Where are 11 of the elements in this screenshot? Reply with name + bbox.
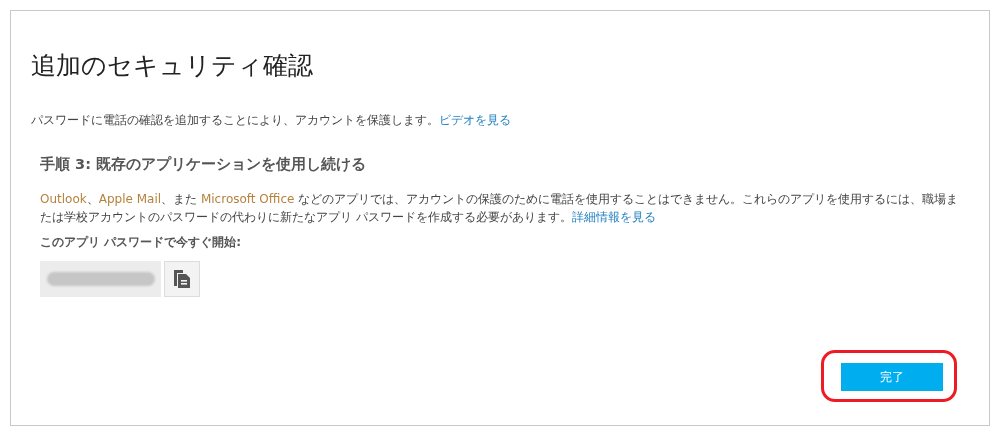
- done-button[interactable]: 完了: [841, 363, 943, 391]
- page-title: 追加のセキュリティ確認: [31, 50, 314, 82]
- details-link[interactable]: 詳細情報を見る: [571, 210, 656, 224]
- copy-button[interactable]: [164, 261, 200, 297]
- step-heading: 手順 3: 既存のアプリケーションを使用し続ける: [40, 155, 367, 174]
- password-field[interactable]: [40, 261, 161, 297]
- step-description: Outlook、Apple Mail、また Microsoft Office などのアプリでは、アカウントの保護のために電話を使用することはできません。これらのアプリを使用するには、職場または学校アカウントのパスワードの代わりに新たなアプリ パスワードを作成する必要があります。詳細情報を見る: [40, 191, 960, 226]
- video-link[interactable]: ビデオを見る: [439, 113, 511, 127]
- password-label: このアプリ パスワードで今すぐ開始:: [40, 234, 242, 251]
- intro-text: パスワードに電話の確認を追加することにより、アカウントを保護します。ビデオを見る: [31, 112, 512, 129]
- copy-icon: [172, 269, 192, 289]
